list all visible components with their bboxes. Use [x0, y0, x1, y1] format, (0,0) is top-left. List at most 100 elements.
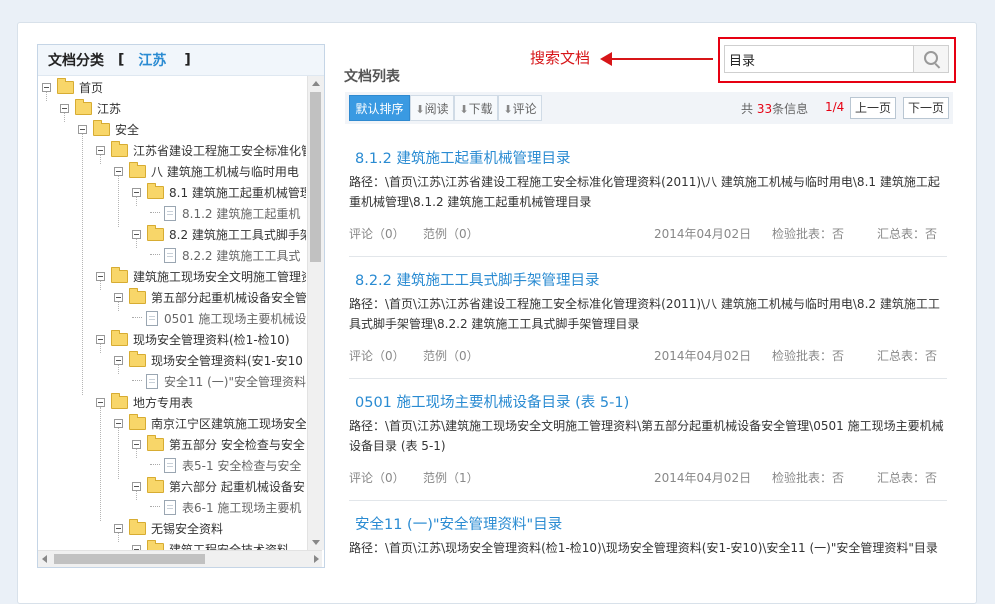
tree-node-label: 南京江宁区建筑施工现场安全 [151, 416, 306, 431]
collapse-toggle-icon[interactable] [132, 481, 141, 491]
tree-node-label: 表6-1 施工现场主要机 [182, 500, 302, 515]
comment-count-link[interactable]: 评论（0） [349, 225, 405, 242]
tree-node-label: 8.1 建筑施工起重机械管理 [169, 185, 306, 200]
tree-folder-node[interactable]: 现场安全管理资料(检1-检10) [96, 329, 290, 349]
collapse-toggle-icon[interactable] [96, 397, 105, 407]
collapse-toggle-icon[interactable] [42, 82, 51, 92]
tree-file-node[interactable]: 8.1.2 建筑施工起重机 [150, 203, 300, 223]
sort-read-label: 阅读 [424, 102, 449, 116]
tree-file-node[interactable]: 表6-1 施工现场主要机 [150, 497, 301, 517]
scroll-right-arrow-icon[interactable] [314, 555, 319, 563]
tree-folder-node[interactable]: 第五部分起重机械设备安全管 [114, 287, 306, 307]
annotation-arrow-icon [600, 52, 713, 66]
document-title-link[interactable]: 安全11 (一)"安全管理资料"目录 [355, 513, 562, 534]
current-city-link[interactable]: 江苏 [138, 50, 166, 70]
scrollbar-thumb-horizontal[interactable] [54, 554, 205, 564]
tree-vertical-scrollbar[interactable] [307, 76, 324, 550]
example-count-link[interactable]: 范例（0） [423, 347, 479, 364]
collapse-toggle-icon[interactable] [96, 145, 105, 155]
sort-default-button[interactable]: 默认排序 [349, 95, 410, 121]
document-list-item: 0501 施工现场主要机械设备目录 (表 5-1) 路径：\首页\江苏\建筑施工… [349, 391, 947, 491]
next-page-button[interactable]: 下一页 [903, 97, 950, 119]
document-title-link[interactable]: 0501 施工现场主要机械设备目录 (表 5-1) [355, 391, 629, 412]
tree-node-label: 江苏省建设工程施工安全标准化管 [133, 143, 306, 158]
collapse-toggle-icon[interactable] [114, 418, 123, 428]
tree-folder-node[interactable]: 首页 [42, 77, 103, 97]
comment-count-link[interactable]: 评论（0） [349, 347, 405, 364]
collapse-toggle-icon[interactable] [132, 229, 141, 239]
tree-connector [132, 380, 142, 382]
tree-folder-node[interactable]: 8.1 建筑施工起重机械管理 [132, 182, 306, 202]
collapse-toggle-icon[interactable] [132, 439, 141, 449]
example-count-link[interactable]: 范例（0） [423, 225, 479, 242]
tree-folder-node[interactable]: 江苏 [60, 98, 121, 118]
tree-connector [132, 317, 142, 319]
result-count-prefix: 共 [741, 102, 754, 116]
search-button[interactable] [913, 45, 949, 73]
folder-icon [129, 161, 146, 178]
document-title-link[interactable]: 8.2.2 建筑施工工具式脚手架管理目录 [355, 269, 600, 290]
document-path: 路径：\首页\江苏\江苏省建设工程施工安全标准化管理资料(2011)\八 建筑施… [349, 297, 940, 331]
tree-connector [100, 407, 101, 521]
tree-node-label: 第五部分起重机械设备安全管 [151, 290, 306, 305]
tree-folder-node[interactable]: 南京江宁区建筑施工现场安全 [114, 413, 306, 433]
tree-folder-node[interactable]: 8.2 建筑施工工具式脚手架 [132, 224, 306, 244]
collapse-toggle-icon[interactable] [114, 355, 123, 365]
prev-page-button[interactable]: 上一页 [850, 97, 897, 119]
tree-node-label: 现场安全管理资料(检1-检10) [133, 332, 290, 347]
scroll-left-arrow-icon[interactable] [42, 555, 47, 563]
tree-node-label: 无锡安全资料 [151, 521, 224, 536]
document-date: 2014年04月02日 [654, 349, 752, 363]
collapse-toggle-icon[interactable] [96, 271, 105, 281]
tree-horizontal-scrollbar[interactable] [38, 550, 322, 567]
collapse-toggle-icon[interactable] [60, 103, 69, 113]
document-list-title: 文档列表 [344, 69, 400, 85]
tree-folder-node[interactable]: 八 建筑施工机械与临时用电 [114, 161, 299, 181]
result-count: 共 33条信息 [741, 100, 808, 117]
collapse-toggle-icon[interactable] [114, 292, 123, 302]
tree-node-label: 安全11 (一)"安全管理资料 [164, 374, 306, 389]
collapse-toggle-icon[interactable] [132, 187, 141, 197]
collapse-toggle-icon[interactable] [114, 523, 123, 533]
document-date: 2014年04月02日 [654, 471, 752, 485]
collapse-toggle-icon[interactable] [78, 124, 87, 134]
scroll-down-arrow-icon[interactable] [312, 540, 320, 545]
document-date: 2014年04月02日 [654, 227, 752, 241]
tree-file-node[interactable]: 8.2.2 建筑施工工具式 [150, 245, 300, 265]
folder-icon [147, 182, 164, 199]
tree-folder-node[interactable]: 江苏省建设工程施工安全标准化管 [96, 140, 306, 160]
tree-file-node[interactable]: 0501 施工现场主要机械设 [132, 308, 306, 328]
tree-folder-node[interactable]: 安全 [78, 119, 139, 139]
collapse-toggle-icon[interactable] [96, 334, 105, 344]
comment-count-link[interactable]: 评论（0） [349, 469, 405, 486]
tree-file-node[interactable]: 表5-1 安全检查与安全 [150, 455, 301, 475]
example-count-link[interactable]: 范例（1） [423, 469, 479, 486]
collapse-toggle-icon[interactable] [114, 166, 123, 176]
tree-node-label: 现场安全管理资料(安1-安10 [151, 353, 303, 368]
tree-folder-node[interactable]: 现场安全管理资料(安1-安10 [114, 350, 303, 370]
document-list-item: 8.2.2 建筑施工工具式脚手架管理目录 路径：\首页\江苏\江苏省建设工程施工… [349, 269, 947, 369]
tree-folder-node[interactable]: 第五部分 安全检查与安全 [132, 434, 305, 454]
sort-download-button[interactable]: ⬇下载 [454, 95, 498, 121]
sort-comment-button[interactable]: ⬇评论 [498, 95, 542, 121]
folder-icon [93, 119, 110, 136]
tree-folder-node[interactable]: 地方专用表 [96, 392, 193, 412]
tree-connector [150, 254, 160, 256]
document-title-link[interactable]: 8.1.2 建筑施工起重机械管理目录 [355, 147, 571, 168]
scrollbar-thumb[interactable] [310, 92, 321, 262]
tree-node-label: 8.2 建筑施工工具式脚手架 [169, 227, 306, 242]
tree-folder-node[interactable]: 建筑施工现场安全文明施工管理资 [96, 266, 306, 286]
document-meta: 评论（0） 范例（0） 2014年04月02日 检验批表：否 汇总表：否 [349, 225, 947, 245]
document-meta: 评论（0） 范例（0） 2014年04月02日 检验批表：否 汇总表：否 [349, 347, 947, 367]
scroll-up-arrow-icon[interactable] [312, 81, 320, 86]
sort-download-label: 下载 [468, 102, 493, 116]
sort-comment-label: 评论 [512, 102, 537, 116]
tree-folder-node[interactable]: 第六部分 起重机械设备安 [132, 476, 305, 496]
tree-node-label: 表5-1 安全检查与安全 [182, 458, 302, 473]
sort-read-button[interactable]: ⬇阅读 [410, 95, 454, 121]
tree-node-label: 8.2.2 建筑施工工具式 [182, 248, 301, 263]
tree-file-node[interactable]: 安全11 (一)"安全管理资料 [132, 371, 306, 391]
tree-folder-node[interactable]: 无锡安全资料 [114, 518, 223, 538]
search-input[interactable] [724, 45, 913, 73]
tree-title: 文档分类 [48, 53, 104, 69]
